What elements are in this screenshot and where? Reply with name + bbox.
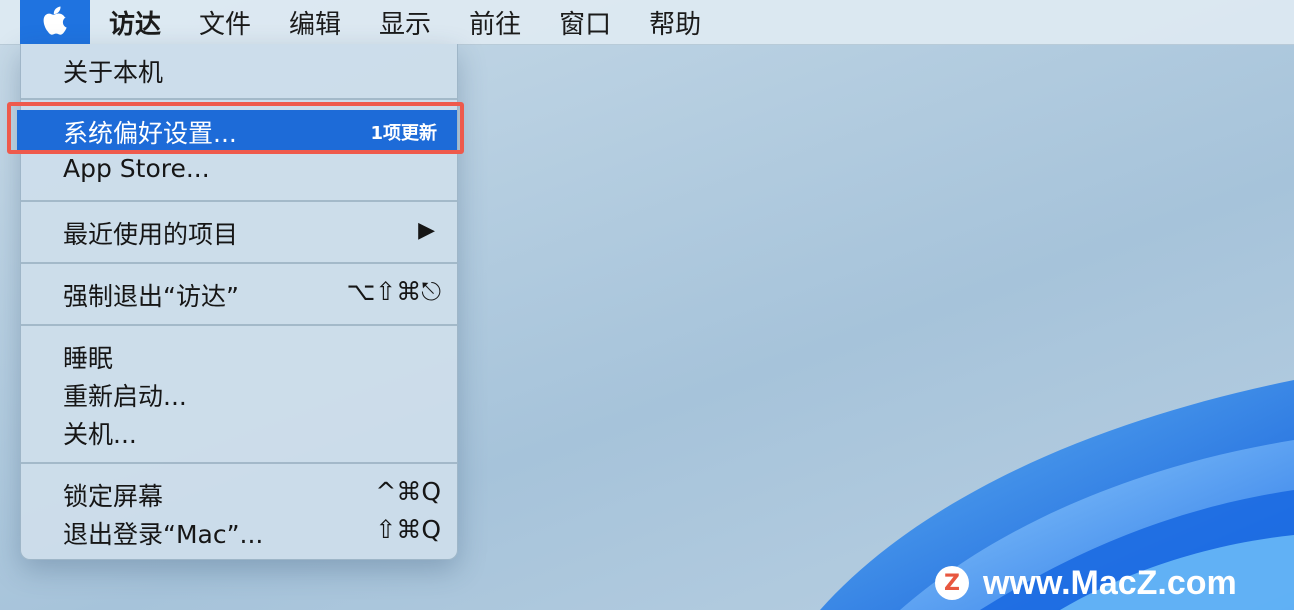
menu-bar: 访达 文件 编辑 显示 前往 窗口 帮助: [0, 0, 1294, 45]
menubar-item-edit[interactable]: 编辑: [270, 0, 360, 44]
shortcut-label: ⇧⌘Q: [375, 515, 441, 544]
menu-item-label: 锁定屏幕: [63, 482, 164, 511]
menu-item-label: App Store...: [63, 154, 210, 183]
menu-item-label: 最近使用的项目: [63, 220, 239, 249]
menu-item-label: 睡眠: [63, 344, 114, 373]
menu-item-restart[interactable]: 重新启动...: [21, 374, 457, 412]
menu-item-about[interactable]: 关于本机: [21, 50, 457, 88]
menu-item-recent-items[interactable]: 最近使用的项目 ▶: [21, 212, 457, 250]
menu-separator: [21, 98, 457, 100]
menubar-item-window[interactable]: 窗口: [540, 0, 630, 44]
menu-item-label: 重新启动...: [63, 382, 187, 411]
menu-item-logout[interactable]: 退出登录“Mac”... ⇧⌘Q: [21, 512, 457, 550]
macz-logo-icon: Z: [935, 566, 969, 600]
menu-item-label: 关于本机: [63, 58, 164, 87]
watermark-text: www.MacZ.com: [983, 563, 1237, 602]
menu-separator: [21, 324, 457, 326]
menubar-item-help[interactable]: 帮助: [630, 0, 720, 44]
menubar-item-file[interactable]: 文件: [180, 0, 270, 44]
menu-separator: [21, 262, 457, 264]
shortcut-label: ^⌘Q: [375, 477, 441, 506]
submenu-arrow-icon: ▶: [418, 218, 435, 243]
menu-item-sleep[interactable]: 睡眠: [21, 336, 457, 374]
menu-separator: [21, 200, 457, 202]
menu-item-label: 退出登录“Mac”...: [63, 520, 264, 549]
menubar-item-finder[interactable]: 访达: [90, 0, 180, 44]
menu-item-label: 关机...: [63, 420, 137, 449]
shortcut-label: ⌥⇧⌘⎋: [346, 277, 441, 306]
menu-item-lock-screen[interactable]: 锁定屏幕 ^⌘Q: [21, 474, 457, 512]
menu-item-label: 强制退出“访达”: [63, 282, 239, 311]
menu-separator: [21, 462, 457, 464]
watermark: Z www.MacZ.com: [935, 560, 1237, 606]
menu-item-app-store[interactable]: App Store...: [21, 151, 457, 189]
apple-menu-button[interactable]: [20, 0, 90, 44]
menubar-item-view[interactable]: 显示: [360, 0, 450, 44]
menubar-item-go[interactable]: 前往: [450, 0, 540, 44]
annotation-highlight-box: [7, 102, 464, 154]
menu-item-shutdown[interactable]: 关机...: [21, 412, 457, 450]
apple-logo-icon: [43, 6, 67, 35]
menu-item-force-quit[interactable]: 强制退出“访达” ⌥⇧⌘⎋: [21, 274, 457, 312]
